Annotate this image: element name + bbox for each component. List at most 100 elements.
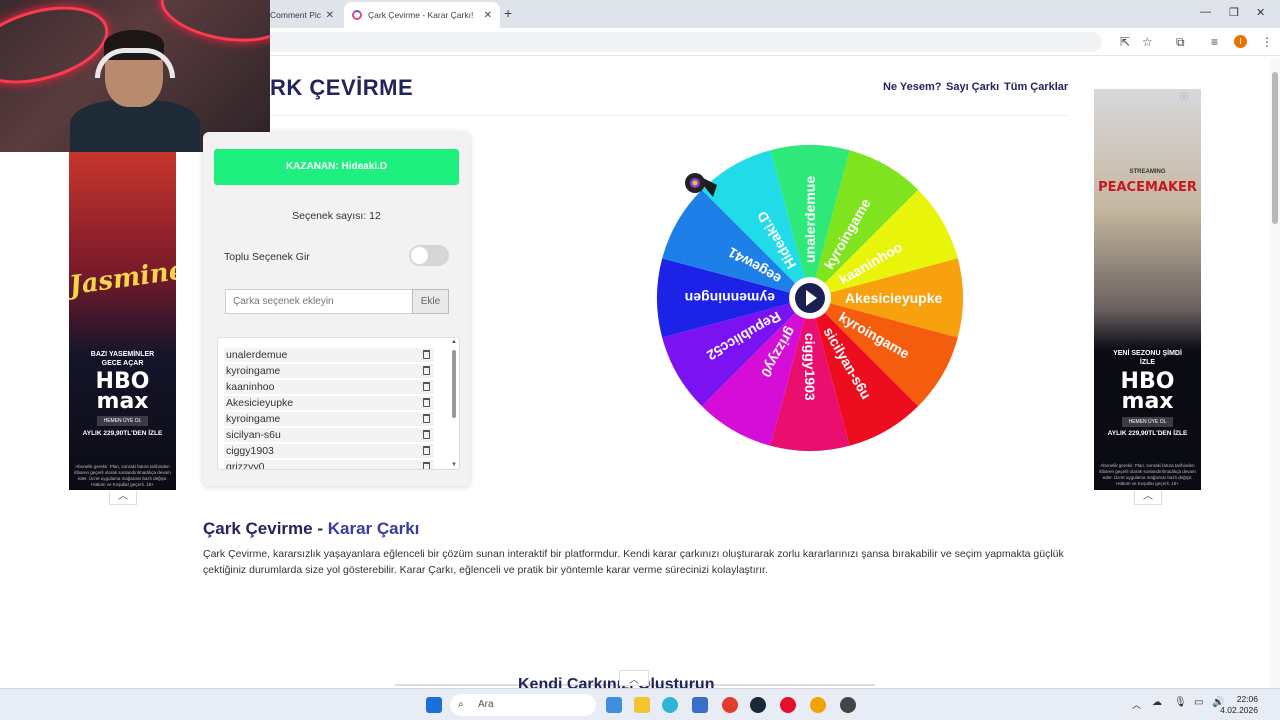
option-label: Akesicieyupke	[226, 397, 294, 409]
ad-brand-max: max	[96, 389, 149, 414]
webcam-overlay	[0, 0, 270, 152]
option-label: ciggy1903	[226, 445, 274, 457]
ad-fineprint: Abonelik gerekir. Plan, sonraki fatura t…	[1099, 463, 1196, 486]
tab-close-icon[interactable]: ✕	[326, 10, 334, 21]
ad-fineprint: Abonelik gerekir. Plan, sonraki fatura t…	[74, 464, 171, 487]
ad-banner-right[interactable]: STREAMING PEACEMAKER YENİ SEZONU ŞİMDİ İ…	[1094, 89, 1201, 490]
scroll-up-arrow-icon[interactable]: ▲	[451, 339, 457, 345]
app-icon[interactable]	[840, 697, 856, 713]
extensions-icon[interactable]: ⧉	[1176, 35, 1185, 50]
omnibox[interactable]	[262, 32, 1102, 52]
scroll-to-top-button[interactable]: ︿	[619, 670, 649, 686]
file-explorer-icon[interactable]	[634, 697, 650, 713]
option-label: sicilyan-s6u	[226, 429, 281, 441]
option-label: kyroingame	[226, 413, 281, 425]
chrome-active-icon[interactable]	[810, 697, 826, 713]
media-icon[interactable]: ≡	[1211, 35, 1218, 49]
bookmark-star-icon[interactable]: ☆	[1142, 35, 1153, 49]
wheel-segment-label: ciggy1903	[802, 333, 818, 401]
option-count: Seçenek sayısı: 12	[292, 210, 381, 222]
tray-display-icon[interactable]: ▭	[1194, 697, 1203, 708]
list-scrollbar[interactable]	[452, 350, 456, 418]
tab-cark-cevirme[interactable]: Çark Çevirme - Karar Çarkı! ✕	[344, 2, 500, 28]
ad-tagline: YENİ SEZONU ŞİMDİ İZLE	[1113, 350, 1182, 366]
decision-wheel[interactable]: kyroingamekaaninhooAkesicieyupkekyroinga…	[655, 145, 965, 455]
trash-icon[interactable]	[423, 382, 430, 391]
trash-icon[interactable]	[423, 350, 430, 359]
trash-icon[interactable]	[423, 366, 430, 375]
close-window-icon[interactable]: ✕	[1256, 6, 1265, 19]
trash-icon[interactable]	[423, 462, 430, 469]
trash-icon[interactable]	[423, 398, 430, 407]
restore-icon[interactable]: ❐	[1229, 6, 1239, 19]
menu-dots-icon[interactable]: ⋮	[1261, 35, 1273, 49]
ad-price: AYLIK 229,90TL'DEN İZLE	[1107, 430, 1188, 437]
tab-label: Çark Çevirme - Karar Çarkı!	[368, 10, 474, 20]
cast-icon[interactable]: ⇱	[1120, 35, 1130, 49]
ad-title: Jasmine	[69, 255, 176, 302]
article-title: Çark Çevirme - Karar Çarkı	[203, 519, 419, 539]
tray-network-icon[interactable]: ☁	[1152, 697, 1162, 708]
favicon-icon	[352, 10, 362, 20]
wheel-segment-label: unalerdemue	[802, 176, 818, 263]
taskbar-search-label: Ara	[478, 699, 494, 710]
bulk-input-label: Toplu Seçenek Gir	[224, 251, 310, 263]
option-list: unalerdemue kyroingame kaaninhoo Akesici…	[217, 337, 460, 470]
ad-collapse-button[interactable]: ︿	[109, 491, 137, 505]
nav-sayi-carki[interactable]: Sayı Çarkı	[946, 81, 999, 93]
ad-cta-button[interactable]: HEMEN ÜYE OL	[97, 416, 148, 426]
search-icon: ⌕	[458, 699, 464, 710]
clock-time: 22:06	[1236, 694, 1258, 704]
tray-expand-icon[interactable]: ︿	[1132, 698, 1141, 711]
option-label: grizzyy0	[226, 461, 265, 470]
option-input[interactable]	[225, 289, 413, 314]
trash-icon[interactable]	[423, 414, 430, 423]
chrome-icon[interactable]	[722, 697, 738, 713]
bulk-input-toggle[interactable]	[409, 245, 449, 266]
opera-icon[interactable]	[780, 697, 796, 713]
trash-icon[interactable]	[423, 430, 430, 439]
tray-mic-icon[interactable]: 🎙	[1174, 697, 1187, 708]
store-icon[interactable]	[692, 697, 708, 713]
ad-cta-button[interactable]: HEMEN ÜYE OL	[1122, 417, 1173, 427]
article-title-accent: Karar Çarkı	[327, 519, 420, 538]
widgets-icon[interactable]	[606, 697, 622, 713]
article-body: Çark Çevirme, kararsızlık yaşayanlara eğ…	[203, 548, 1064, 576]
windows-start-icon[interactable]	[426, 697, 442, 713]
ad-banner-left[interactable]: Jasmine BAZI YASEMİNLER GECE AÇAR HBO ma…	[69, 152, 176, 490]
page-scroll-thumb[interactable]	[1272, 72, 1278, 224]
list-item: Akesicieyupke	[224, 396, 434, 410]
list-item: unalerdemue	[224, 348, 434, 362]
list-item: ciggy1903	[224, 444, 434, 458]
list-item: sicilyan-s6u	[224, 428, 434, 442]
tab-comment-picker[interactable]: Comment Pic ✕	[262, 2, 342, 28]
taskbar-search[interactable]: Ara	[450, 694, 596, 716]
profile-avatar[interactable]: I	[1234, 35, 1247, 48]
ad-collapse-button[interactable]: ︿	[1134, 491, 1162, 505]
clock-date: 4.02.2026	[1220, 705, 1258, 715]
options-panel: KAZANAN: Hideaki.D Seçenek sayısı: 12 To…	[203, 132, 470, 486]
ad-tagline: BAZI YASEMİNLER GECE AÇAR	[90, 351, 155, 367]
adchoices-icon[interactable]: ⓘ	[1180, 91, 1188, 102]
option-label: unalerdemue	[226, 349, 288, 361]
nav-tum-carklar[interactable]: Tüm Çarklar	[1004, 81, 1068, 93]
steam-icon[interactable]	[750, 697, 766, 713]
spin-button[interactable]	[789, 277, 831, 319]
edge-icon[interactable]	[662, 697, 678, 713]
nav-ne-yesem[interactable]: Ne Yesem?	[883, 81, 942, 93]
add-option-button[interactable]: Ekle	[412, 289, 449, 314]
list-item: kyroingame	[224, 412, 434, 426]
new-tab-button[interactable]: +	[504, 5, 512, 21]
header-divider	[200, 115, 1068, 116]
ad-badge: STREAMING	[1129, 169, 1166, 175]
article-title-main: Çark Çevirme -	[203, 519, 328, 538]
list-item: grizzyy0	[224, 460, 434, 470]
minimize-icon[interactable]: —	[1200, 6, 1211, 18]
wheel-segment-label: eymenningen	[685, 290, 775, 306]
site-title[interactable]: RK ÇEVİRME	[270, 75, 413, 101]
trash-icon[interactable]	[423, 446, 430, 455]
tab-close-icon[interactable]: ✕	[484, 10, 492, 21]
taskbar: Ara ⌕ ︿ ☁ 🎙 ▭ 🔊 22:06 4.02.2026	[0, 688, 1280, 720]
taskbar-clock[interactable]: 22:06 4.02.2026	[1220, 694, 1258, 716]
scroll-down-arrow-icon[interactable]: ▼	[451, 462, 457, 468]
